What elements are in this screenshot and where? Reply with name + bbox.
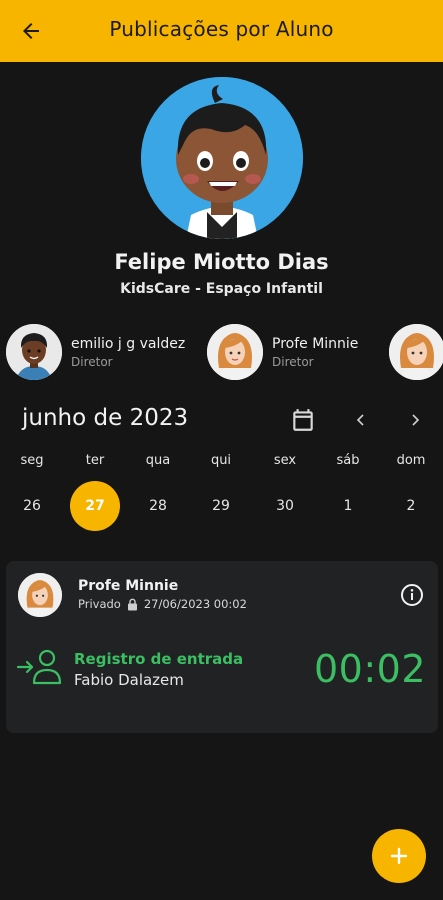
avatar [389,324,443,380]
visibility-label: Privado [78,597,121,611]
event-person: Fabio Dalazem [74,671,184,689]
staff-name: Profe Minnie [272,335,359,352]
school-name: KidsCare - Espaço Infantil [120,281,323,297]
day-cell[interactable]: 2 [381,482,441,530]
post-meta: Privado 27/06/2023 00:02 [78,597,247,611]
month-label: junho de 2023 [22,405,189,431]
avatar [6,324,62,380]
student-name: Felipe Miotto Dias [114,250,329,274]
student-avatar [141,77,303,239]
weekday-label: dom [396,453,426,468]
day-cell[interactable]: 26 [2,482,62,530]
chevron-left-icon[interactable] [348,406,374,434]
lock-icon [127,598,138,611]
person-enter-icon [16,647,62,687]
avatar [207,324,263,380]
avatar [18,573,62,617]
day-cell[interactable]: 30 [255,482,315,530]
weekday-label: seg [20,453,44,468]
chevron-right-icon[interactable] [402,406,428,434]
staff-name: emilio j g valdez [71,335,186,352]
event-title: Registro de entrada [74,650,244,668]
post-datetime: 27/06/2023 00:02 [143,597,247,611]
weekday-label: qua [145,453,171,468]
page-title: Publicações por Aluno [109,17,334,41]
post-card[interactable]: Profe Minnie Privado 27/06/2023 00:02 Re… [6,561,438,733]
weekday-label: qui [210,453,232,468]
weekday-label: sex [273,453,297,468]
staff-role: Diretor [71,354,113,369]
info-icon[interactable] [400,583,424,607]
add-button[interactable] [372,829,426,883]
weekday-label: sáb [336,453,360,468]
staff-list: emilio j g valdez Diretor Profe Minnie D… [0,322,443,382]
day-cell[interactable]: 1 [318,482,378,530]
staff-role: Diretor [272,354,314,369]
post-author: Profe Minnie [78,578,179,594]
calendar-icon[interactable] [290,407,316,433]
staff-item[interactable]: emilio j g valdez Diretor [6,322,185,382]
day-cell[interactable]: 29 [191,482,251,530]
day-cell[interactable]: 28 [128,482,188,530]
event-time: 00:02 [313,647,426,691]
staff-item[interactable]: Profe Minnie Diretor [207,322,358,382]
weekday-label: ter [85,453,105,468]
app-bar: Publicações por Aluno [0,0,443,62]
plus-icon [390,847,408,865]
staff-item[interactable] [389,322,443,382]
day-cell-selected[interactable]: 27 [70,481,120,531]
